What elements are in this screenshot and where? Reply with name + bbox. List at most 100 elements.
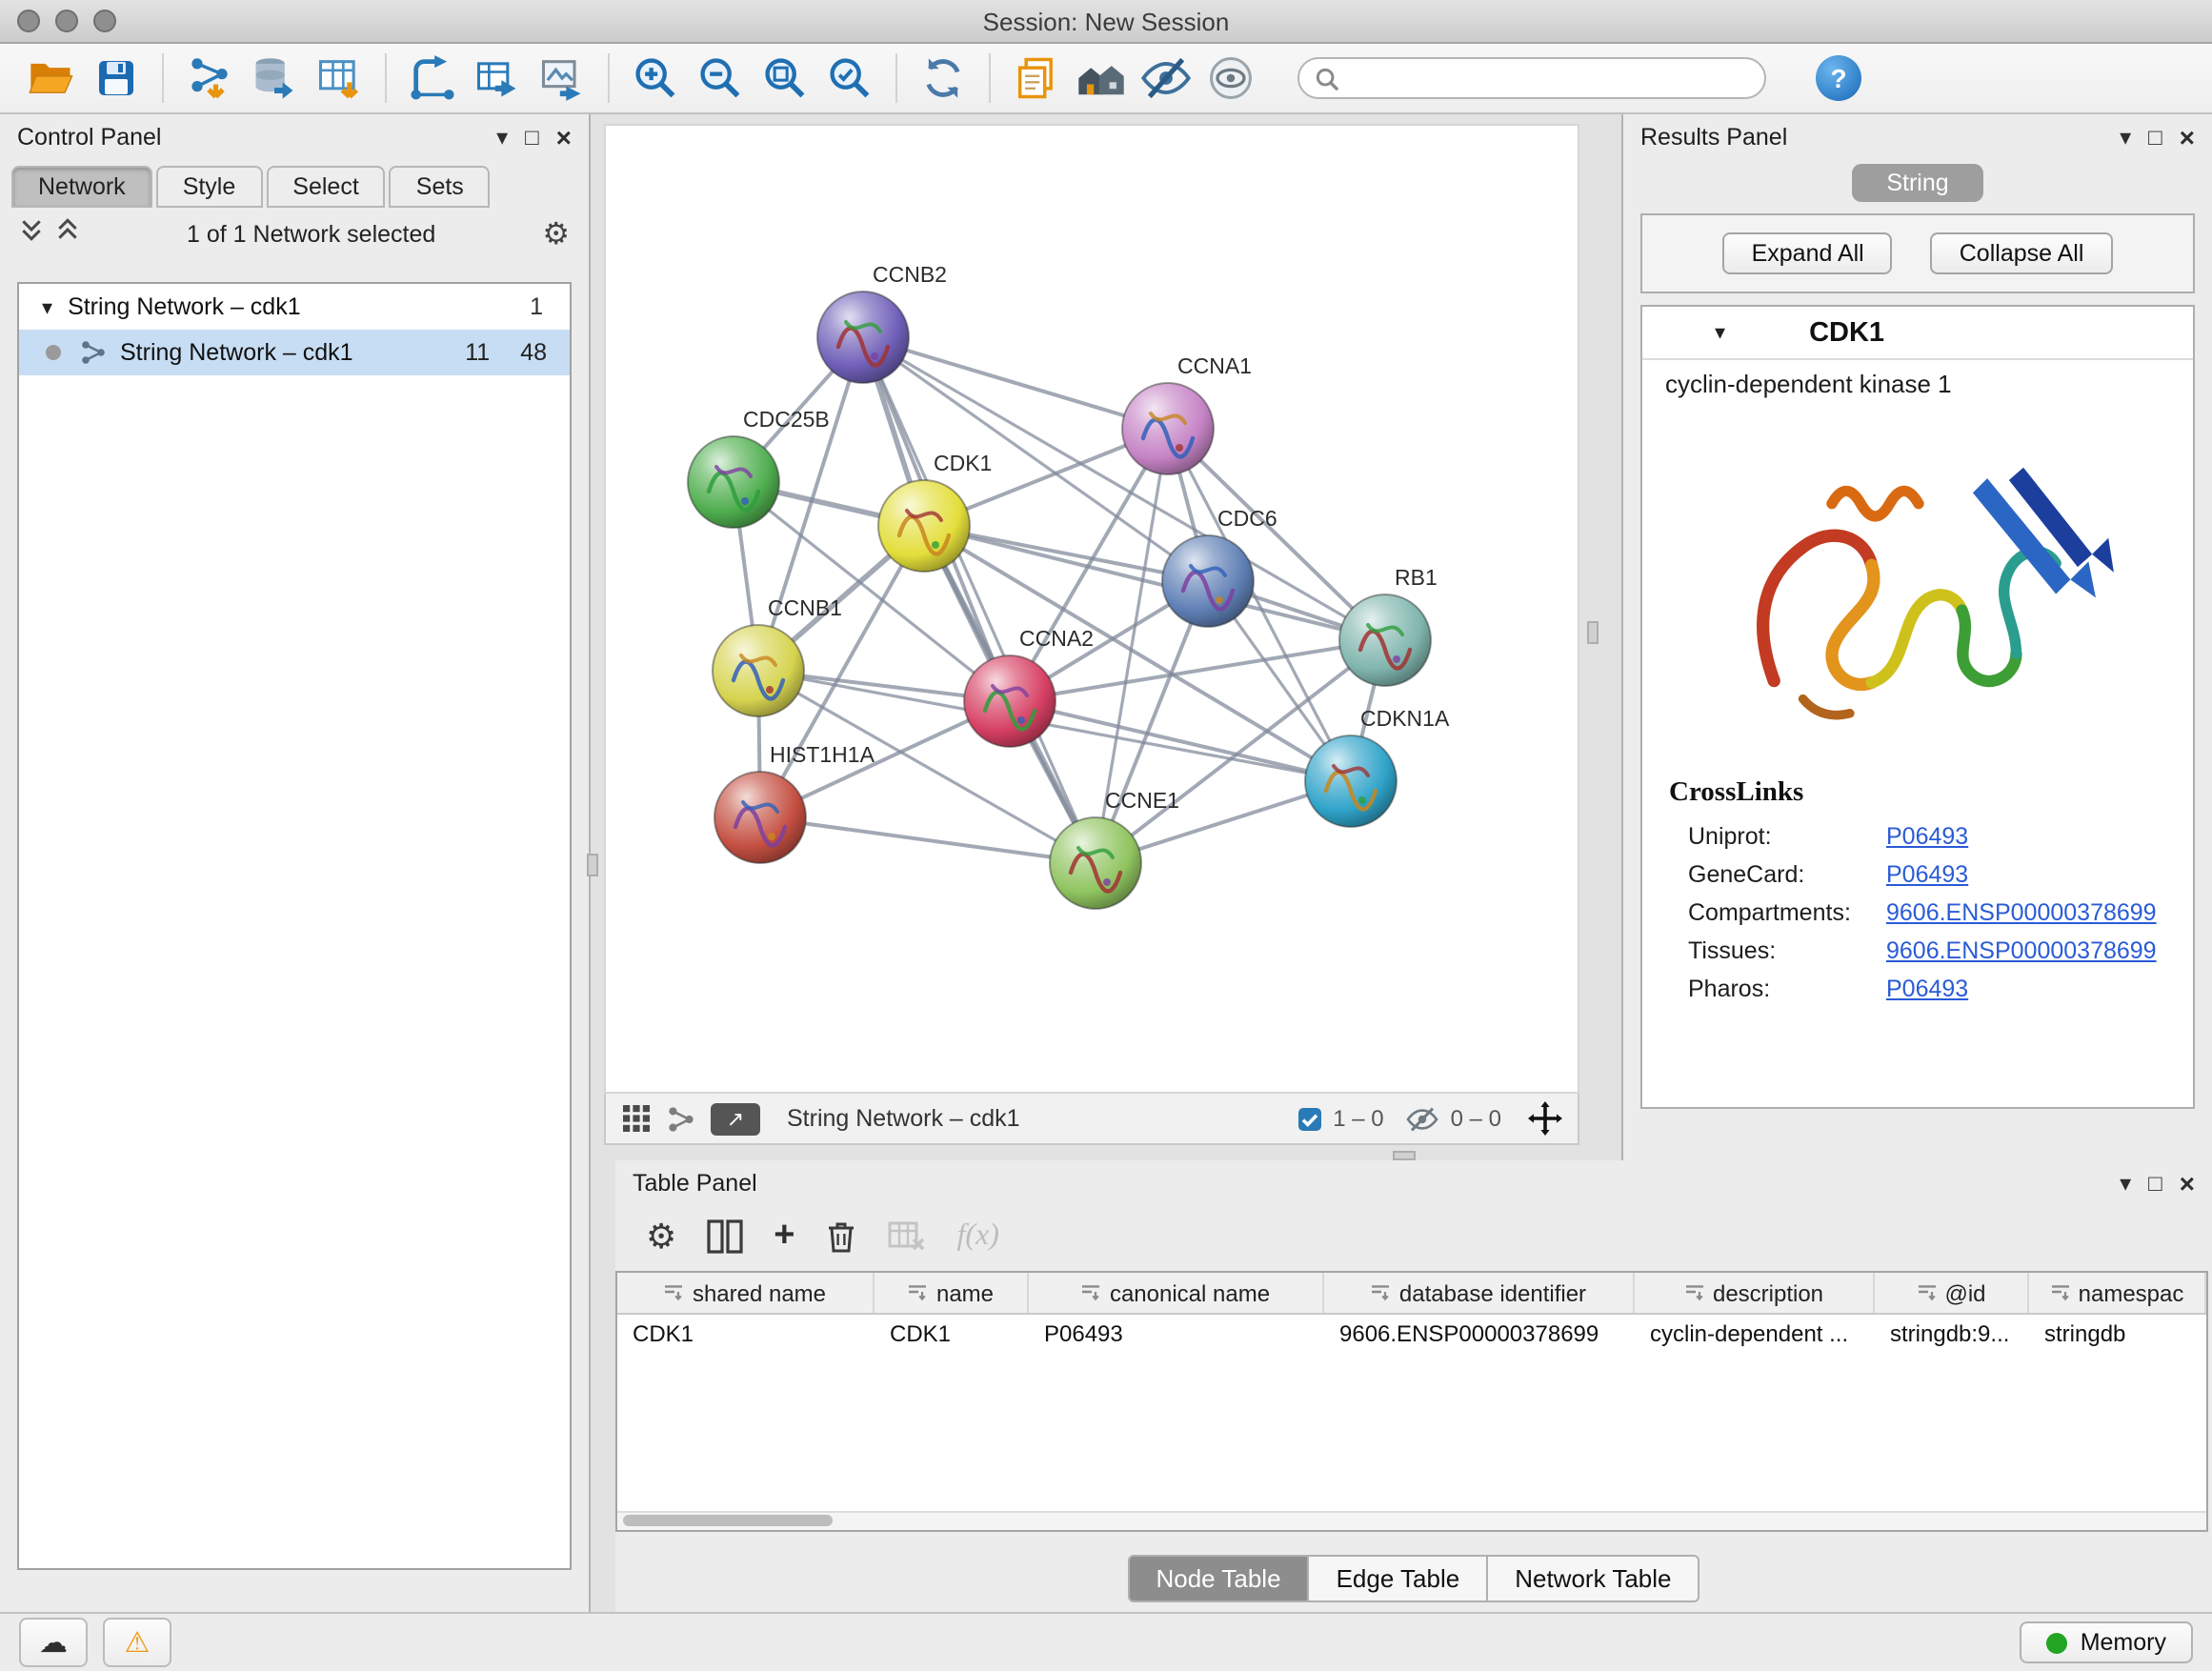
export-image-button[interactable]: [533, 50, 591, 107]
panel-float-icon[interactable]: □: [2148, 126, 2162, 149]
crosslink-label: Tissues:: [1688, 937, 1886, 964]
crosslink-value-link[interactable]: 9606.ENSP00000378699: [1886, 937, 2157, 964]
new-network-button[interactable]: [404, 50, 461, 107]
node-label: CCNE1: [1105, 788, 1179, 813]
expand-all-button[interactable]: Expand All: [1723, 232, 1893, 274]
network-canvas[interactable]: CCNB2CCNA1CDC25BCDK1CDC6RB1CCNB1CCNA2CDK…: [604, 124, 1579, 1094]
zoom-selected-button[interactable]: [821, 50, 878, 107]
zoom-fit-button[interactable]: [756, 50, 814, 107]
edge-CCNB2-CCNE1[interactable]: [863, 337, 1096, 863]
hidden-eye-slash-icon[interactable]: [1407, 1106, 1439, 1131]
import-network-from-file-button[interactable]: [181, 50, 238, 107]
clone-network-button[interactable]: [1008, 50, 1065, 107]
network-options-gear-icon[interactable]: ⚙: [542, 215, 570, 253]
import-network-from-database-button[interactable]: [246, 50, 303, 107]
node-CDKN1A[interactable]: CDKN1A: [1305, 706, 1450, 827]
column-header-canonical-name[interactable]: canonical name: [1029, 1273, 1324, 1313]
node-label: CCNB2: [873, 262, 947, 287]
show-columns-icon[interactable]: [707, 1219, 743, 1254]
open-session-button[interactable]: [23, 50, 80, 107]
panel-menu-caret-icon[interactable]: ▾: [2120, 126, 2131, 149]
column-header-namespac[interactable]: namespac: [2029, 1273, 2206, 1313]
table-tabs: Node TableEdge TableNetwork Table: [615, 1555, 2212, 1602]
crosslink-value-link[interactable]: P06493: [1886, 976, 1968, 1002]
control-panel-header: Control Panel ▾ □ ×: [0, 114, 589, 160]
panel-resize-handle[interactable]: [587, 854, 598, 876]
node-label: CCNA1: [1177, 353, 1252, 378]
expand-all-networks-icon[interactable]: [55, 217, 80, 252]
edge-CCNB2-CCNA1[interactable]: [863, 337, 1168, 429]
scrollbar-thumb[interactable]: [623, 1515, 833, 1526]
node-HIST1H1A[interactable]: HIST1H1A: [714, 742, 875, 863]
delete-column-trash-icon[interactable]: [826, 1219, 858, 1254]
tab-sets[interactable]: Sets: [390, 166, 491, 208]
panel-resize-handle[interactable]: [1393, 1151, 1416, 1160]
search-field[interactable]: [1297, 57, 1766, 99]
node-RB1[interactable]: RB1: [1339, 565, 1438, 686]
zoom-in-button[interactable]: [627, 50, 684, 107]
cloud-icon: ☁: [39, 1625, 68, 1660]
memory-button[interactable]: Memory: [2020, 1621, 2193, 1663]
collection-caret-icon[interactable]: ▾: [42, 294, 52, 319]
search-input[interactable]: [1349, 65, 1749, 91]
column-header-database-identifier[interactable]: database identifier: [1324, 1273, 1635, 1313]
crosslink-value-link[interactable]: P06493: [1886, 823, 1968, 850]
tab-select[interactable]: Select: [266, 166, 386, 208]
results-panel: Results Panel ▾ □ × String Expand All Co…: [1621, 114, 2212, 1160]
current-network-dot-icon: [46, 345, 61, 360]
edge-CCNE1-HIST1H1A[interactable]: [760, 817, 1096, 863]
crosslink-value-link[interactable]: 9606.ENSP00000378699: [1886, 899, 2157, 926]
network-row-selected[interactable]: String Network – cdk1 11 48: [19, 330, 570, 375]
new-table-button[interactable]: [469, 50, 526, 107]
network-collection-row[interactable]: ▾ String Network – cdk1 1: [19, 284, 570, 330]
tab-style[interactable]: Style: [156, 166, 263, 208]
crosslink-value-link[interactable]: P06493: [1886, 861, 1968, 888]
gene-header[interactable]: ▾ CDK1: [1642, 307, 2193, 360]
table-row[interactable]: CDK1CDK1P064939606.ENSP00000378699cyclin…: [617, 1315, 2206, 1353]
birdseye-view-button[interactable]: ↗: [711, 1102, 760, 1135]
eye-button[interactable]: [1202, 50, 1259, 107]
collapse-all-networks-icon[interactable]: [19, 217, 44, 252]
panel-close-icon[interactable]: ×: [556, 124, 572, 151]
table-header-row: shared namenamecanonical namedatabase id…: [617, 1273, 2206, 1315]
create-column-plus-icon[interactable]: +: [774, 1216, 794, 1258]
table-settings-gear-icon[interactable]: ⚙: [646, 1217, 676, 1257]
node-CCNB1[interactable]: CCNB1: [713, 595, 842, 716]
tab-network[interactable]: Network: [11, 166, 152, 208]
column-header--id[interactable]: @id: [1875, 1273, 2029, 1313]
panel-menu-caret-icon[interactable]: ▾: [2120, 1172, 2131, 1195]
panel-close-icon[interactable]: ×: [2180, 124, 2195, 151]
tab-string[interactable]: String: [1852, 164, 1982, 202]
panel-float-icon[interactable]: □: [525, 126, 539, 149]
node-CCNA1[interactable]: CCNA1: [1122, 353, 1252, 474]
panel-menu-caret-icon[interactable]: ▾: [496, 126, 508, 149]
show-graphics-details-button[interactable]: [1073, 50, 1130, 107]
network-icon[interactable]: [667, 1104, 695, 1133]
column-header-description[interactable]: description: [1635, 1273, 1875, 1313]
warnings-button[interactable]: ⚠: [103, 1618, 171, 1667]
gene-caret-icon[interactable]: ▾: [1715, 320, 1725, 345]
zoom-out-button[interactable]: [692, 50, 749, 107]
help-button[interactable]: ?: [1816, 55, 1861, 101]
tab-edge-table[interactable]: Edge Table: [1308, 1555, 1489, 1602]
column-header-shared-name[interactable]: shared name: [617, 1273, 875, 1313]
collapse-all-button[interactable]: Collapse All: [1931, 232, 2113, 274]
tab-network-table[interactable]: Network Table: [1486, 1555, 1699, 1602]
tab-node-table[interactable]: Node Table: [1127, 1555, 1309, 1602]
hide-annotations-eye-slash-button[interactable]: [1137, 50, 1195, 107]
panel-close-icon[interactable]: ×: [2180, 1170, 2195, 1197]
import-table-from-file-button[interactable]: [311, 50, 368, 107]
refresh-view-button[interactable]: [915, 50, 972, 107]
grid-view-icon[interactable]: [621, 1103, 652, 1134]
cloud-status-button[interactable]: ☁: [19, 1618, 88, 1667]
selected-checkbox-icon[interactable]: [1297, 1106, 1321, 1131]
panel-resize-handle[interactable]: [1587, 621, 1599, 644]
edge-CCNA2-CDKN1A[interactable]: [1010, 701, 1351, 781]
save-session-button[interactable]: [88, 50, 145, 107]
horizontal-scrollbar[interactable]: [617, 1511, 2206, 1530]
panel-float-icon[interactable]: □: [2148, 1172, 2162, 1195]
node-CCNB2[interactable]: CCNB2: [817, 262, 947, 383]
column-header-name[interactable]: name: [875, 1273, 1029, 1313]
fit-crosshair-icon[interactable]: [1528, 1101, 1562, 1136]
node-CDK1[interactable]: CDK1: [878, 451, 992, 572]
